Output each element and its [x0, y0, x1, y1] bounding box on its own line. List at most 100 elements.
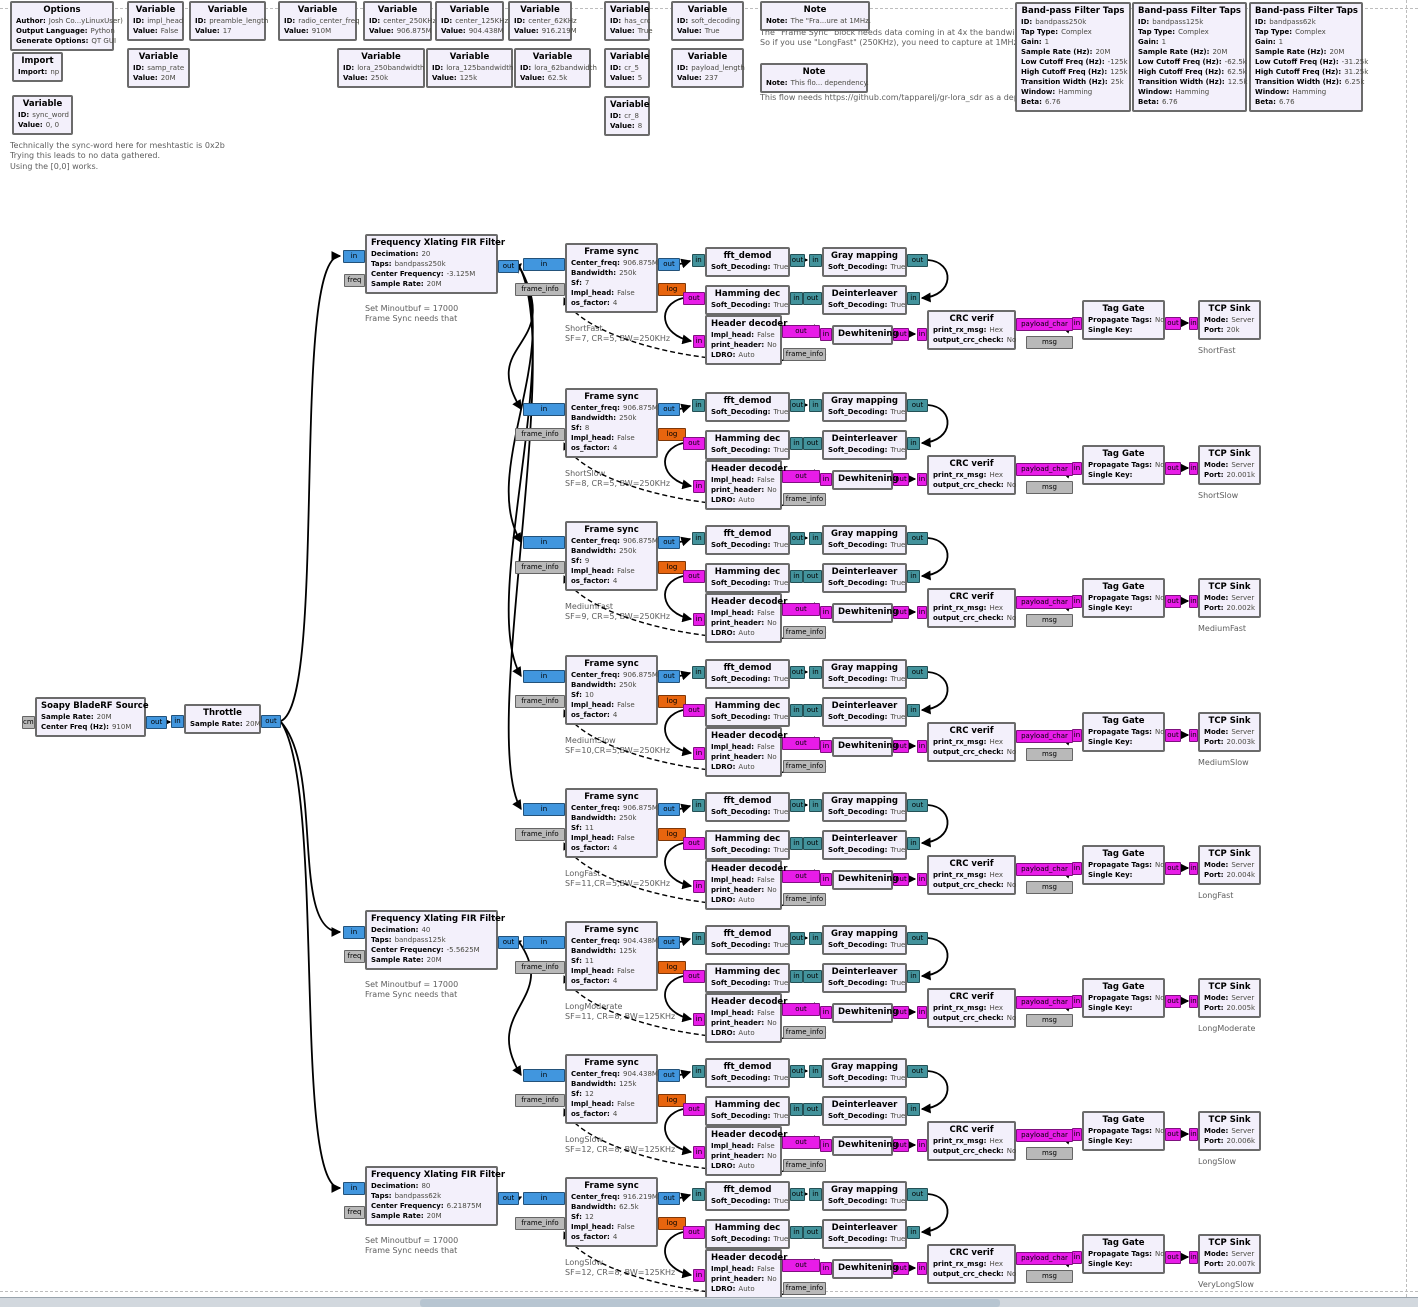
variable-payload-length[interactable]: VariableID:payload_lengthValue:237	[671, 48, 744, 88]
fft-demod-block[interactable]: fft_demodSoft_Decoding:True	[705, 1058, 790, 1088]
port-freq[interactable]: freq	[344, 274, 365, 287]
port-in[interactable]: in	[523, 936, 565, 949]
port-payload-char[interactable]: payload_char	[1016, 730, 1073, 743]
port-in[interactable]: in	[693, 335, 705, 348]
port-log[interactable]: log	[658, 695, 686, 708]
crc-verif-block[interactable]: CRC verifprint_rx_msg:Hexoutput_crc_chec…	[927, 988, 1016, 1028]
port-frame-info[interactable]: frame_info	[515, 428, 565, 441]
port-out[interactable]: out	[803, 837, 822, 850]
deinterleaver-block[interactable]: DeinterleaverSoft_Decoding:True	[822, 963, 907, 993]
hamming-dec-block[interactable]: Hamming decSoft_Decoding:True	[705, 697, 790, 727]
port-in[interactable]: in	[523, 258, 565, 271]
port-in[interactable]: in	[1189, 595, 1198, 608]
port-out[interactable]: out	[790, 399, 805, 412]
variable-preamble-length[interactable]: VariableID:preamble_lengthValue:17	[189, 1, 266, 41]
port-frame-info[interactable]: frame_info	[515, 1094, 565, 1107]
port-in[interactable]: in	[1189, 462, 1198, 475]
port-in[interactable]: in	[809, 1065, 822, 1078]
frame-sync-block[interactable]: Frame syncCenter_freq:904.438MBandwidth:…	[565, 1054, 658, 1124]
freq-xlating-fir-filter-250k[interactable]: Frequency Xlating FIR FilterDecimation:2…	[365, 234, 498, 294]
port-frame-info[interactable]: frame_info	[783, 626, 826, 639]
tcp-sink-block[interactable]: TCP SinkMode:ServerPort:20.004k	[1198, 845, 1261, 885]
header-decoder-block[interactable]: Header decoderImpl_head:Falseprint_heade…	[705, 315, 782, 365]
port-out[interactable]: out	[498, 260, 519, 273]
port-out[interactable]: out	[907, 254, 928, 267]
freq-xlating-fir-filter-62k[interactable]: Frequency Xlating FIR FilterDecimation:8…	[365, 1166, 498, 1226]
tag-gate-block[interactable]: Tag GatePropagate Tags:NoSingle Key:	[1082, 578, 1165, 618]
port-payload-char[interactable]: payload_char	[1016, 1129, 1073, 1142]
port-in[interactable]: in	[809, 1188, 822, 1201]
dewhitening-block[interactable]: Dewhitening	[832, 1003, 893, 1023]
port-out[interactable]: out	[658, 936, 680, 949]
deinterleaver-block[interactable]: DeinterleaverSoft_Decoding:True	[822, 697, 907, 727]
port-in[interactable]: in	[693, 480, 705, 493]
port-in[interactable]: in	[523, 1192, 565, 1205]
port-out[interactable]: out	[658, 536, 680, 549]
port-in[interactable]: in	[692, 1065, 705, 1078]
port-in[interactable]: in	[917, 328, 927, 341]
variable-soft-decoding[interactable]: VariableID:soft_decodingValue:True	[671, 1, 744, 41]
port-out[interactable]: out	[907, 932, 928, 945]
port-in[interactable]: in	[692, 532, 705, 545]
port-out[interactable]: out	[683, 970, 705, 983]
port-out[interactable]: out	[803, 570, 822, 583]
variable-lora-250bandwidth[interactable]: VariableID:lora_250bandwidthValue:250k	[337, 48, 425, 88]
port-in[interactable]: in	[1072, 995, 1082, 1008]
hamming-dec-block[interactable]: Hamming decSoft_Decoding:True	[705, 1219, 790, 1249]
crc-verif-block[interactable]: CRC verifprint_rx_msg:Hexoutput_crc_chec…	[927, 1121, 1016, 1161]
gray-mapping-block[interactable]: Gray mappingSoft_Decoding:True	[822, 792, 907, 822]
port-out[interactable]: out	[782, 870, 820, 883]
port-out[interactable]: out	[782, 737, 820, 750]
gray-mapping-block[interactable]: Gray mappingSoft_Decoding:True	[822, 525, 907, 555]
port-in[interactable]: in	[692, 666, 705, 679]
scrollbar-thumb[interactable]	[420, 1299, 1000, 1307]
port-in[interactable]: in	[820, 1139, 832, 1152]
port-msg[interactable]: msg	[1026, 614, 1073, 627]
port-in[interactable]: in	[1189, 862, 1198, 875]
port-in[interactable]: in	[907, 1226, 920, 1239]
port-log[interactable]: log	[658, 283, 686, 296]
gray-mapping-block[interactable]: Gray mappingSoft_Decoding:True	[822, 1181, 907, 1211]
port-in[interactable]: in	[790, 704, 803, 717]
port-in[interactable]: in	[820, 473, 832, 486]
variable-lora-62bandwidth[interactable]: VariableID:lora_62bandwidthValue:62.5k	[514, 48, 591, 88]
port-in[interactable]: in	[1189, 317, 1198, 330]
port-payload-char[interactable]: payload_char	[1016, 318, 1073, 331]
tcp-sink-block[interactable]: TCP SinkMode:ServerPort:20.001k	[1198, 445, 1261, 485]
port-out[interactable]: out	[790, 799, 805, 812]
freq-xlating-fir-filter-125k[interactable]: Frequency Xlating FIR FilterDecimation:4…	[365, 910, 498, 970]
port-in[interactable]: in	[523, 536, 565, 549]
deinterleaver-block[interactable]: DeinterleaverSoft_Decoding:True	[822, 830, 907, 860]
bandpass-filter-taps-125k[interactable]: Band-pass Filter TapsID:bandpass125kTap …	[1132, 2, 1247, 112]
fft-demod-block[interactable]: fft_demodSoft_Decoding:True	[705, 1181, 790, 1211]
port-out[interactable]: out	[683, 437, 705, 450]
dewhitening-block[interactable]: Dewhitening	[832, 870, 893, 890]
port-in[interactable]: in	[790, 837, 803, 850]
port-in[interactable]: in	[1072, 862, 1082, 875]
header-decoder-block[interactable]: Header decoderImpl_head:Falseprint_heade…	[705, 1249, 782, 1299]
tag-gate-block[interactable]: Tag GatePropagate Tags:NoSingle Key:	[1082, 978, 1165, 1018]
port-freq[interactable]: freq	[344, 950, 365, 963]
header-decoder-block[interactable]: Header decoderImpl_head:Falseprint_heade…	[705, 993, 782, 1043]
hamming-dec-block[interactable]: Hamming decSoft_Decoding:True	[705, 285, 790, 315]
port-out[interactable]: out	[683, 1103, 705, 1116]
hamming-dec-block[interactable]: Hamming decSoft_Decoding:True	[705, 563, 790, 593]
port-in[interactable]: in	[692, 932, 705, 945]
horizontal-scrollbar[interactable]	[0, 1297, 1418, 1307]
port-out[interactable]: out	[803, 1103, 822, 1116]
fft-demod-block[interactable]: fft_demodSoft_Decoding:True	[705, 925, 790, 955]
port-frame-info[interactable]: frame_info	[783, 760, 826, 773]
tcp-sink-block[interactable]: TCP SinkMode:ServerPort:20k	[1198, 300, 1261, 340]
port-in[interactable]: in	[1189, 729, 1198, 742]
port-in[interactable]: in	[1072, 595, 1082, 608]
port-in[interactable]: in	[1072, 462, 1082, 475]
port-out[interactable]: out	[782, 603, 820, 616]
port-frame-info[interactable]: frame_info	[783, 1282, 826, 1295]
variable-radio-center-freq[interactable]: VariableID:radio_center_freqValue:910M	[278, 1, 357, 41]
header-decoder-block[interactable]: Header decoderImpl_head:Falseprint_heade…	[705, 727, 782, 777]
port-frame-info[interactable]: frame_info	[783, 348, 826, 361]
port-out[interactable]: out	[790, 1065, 805, 1078]
deinterleaver-block[interactable]: DeinterleaverSoft_Decoding:True	[822, 285, 907, 315]
variable-lora-125bandwidth[interactable]: VariableID:lora_125bandwidthValue:125k	[426, 48, 513, 88]
port-in[interactable]: in	[1072, 317, 1082, 330]
